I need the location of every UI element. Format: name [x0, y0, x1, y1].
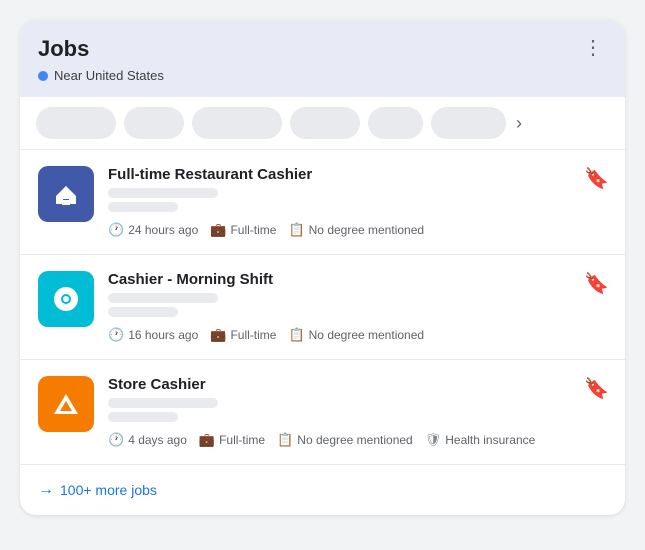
filter-pill-1[interactable] [36, 107, 116, 139]
meta-edu-1: 📋 No degree mentioned [288, 222, 424, 238]
filter-pill-3[interactable] [192, 107, 282, 139]
more-jobs-link[interactable]: → 100+ more jobs [38, 481, 157, 499]
more-options-button[interactable]: ⋮ [579, 36, 607, 60]
location-dot [38, 71, 48, 81]
page-title: Jobs [38, 36, 164, 62]
shield-icon-3: 🛡 [425, 432, 442, 448]
meta-edu-3: 📋 No degree mentioned [277, 432, 413, 448]
job-meta-2: 🕐 16 hours ago 💼 Full-time 📋 No degree m… [108, 327, 607, 343]
job-location-bar-3 [108, 412, 178, 422]
job-logo-2 [38, 271, 94, 327]
more-jobs-label: 100+ more jobs [60, 482, 157, 498]
meta-time-3: 🕐 4 days ago [108, 432, 187, 448]
briefcase-icon-3: 💼 [199, 432, 215, 448]
job-meta-3: 🕐 4 days ago 💼 Full-time 📋 No degree men… [108, 432, 607, 448]
job-meta-1: 🕐 24 hours ago 💼 Full-time 📋 No degree m… [108, 222, 607, 238]
header-left: Jobs Near United States [38, 36, 164, 83]
job-content-1: Full-time Restaurant Cashier 🕐 24 hours … [108, 166, 607, 238]
diploma-icon-1: 📋 [288, 222, 304, 238]
location-text: Near United States [54, 68, 164, 83]
job-company-bar-1 [108, 188, 218, 198]
clock-icon-1: 🕐 [108, 222, 124, 238]
filter-bar: › [20, 97, 625, 150]
job-company-bar-3 [108, 398, 218, 408]
job-title-1: Full-time Restaurant Cashier [108, 166, 607, 183]
filter-pill-2[interactable] [124, 107, 184, 139]
briefcase-icon-1: 💼 [210, 222, 226, 238]
meta-type-3: 💼 Full-time [199, 432, 265, 448]
filter-pill-4[interactable] [290, 107, 360, 139]
meta-extra-3: 🛡 Health insurance [425, 432, 536, 448]
meta-time-2: 🕐 16 hours ago [108, 327, 198, 343]
diploma-icon-3: 📋 [277, 432, 293, 448]
meta-edu-2: 📋 No degree mentioned [288, 327, 424, 343]
meta-type-1: 💼 Full-time [210, 222, 276, 238]
header: Jobs Near United States ⋮ [20, 20, 625, 97]
meta-time-1: 🕐 24 hours ago [108, 222, 198, 238]
job-logo-3 [38, 376, 94, 432]
job-title-2: Cashier - Morning Shift [108, 271, 607, 288]
diploma-icon-2: 📋 [288, 327, 304, 343]
bookmark-button-2[interactable]: 🔖 [584, 271, 609, 296]
clock-icon-2: 🕐 [108, 327, 124, 343]
filter-pill-6[interactable] [431, 107, 506, 139]
job-location-bar-2 [108, 307, 178, 317]
job-item-2[interactable]: Cashier - Morning Shift 🕐 16 hours ago 💼… [20, 255, 625, 360]
job-item-1[interactable]: Full-time Restaurant Cashier 🕐 24 hours … [20, 150, 625, 255]
job-logo-1 [38, 166, 94, 222]
job-content-3: Store Cashier 🕐 4 days ago 💼 Full-time 📋… [108, 376, 607, 448]
briefcase-icon-2: 💼 [210, 327, 226, 343]
more-jobs-row: → 100+ more jobs [20, 465, 625, 515]
arrow-right-icon: → [38, 481, 54, 499]
filter-pill-5[interactable] [368, 107, 423, 139]
filter-chevron-icon[interactable]: › [516, 113, 522, 134]
meta-type-2: 💼 Full-time [210, 327, 276, 343]
bookmark-button-1[interactable]: 🔖 [584, 166, 609, 191]
job-content-2: Cashier - Morning Shift 🕐 16 hours ago 💼… [108, 271, 607, 343]
job-list: Full-time Restaurant Cashier 🕐 24 hours … [20, 150, 625, 465]
job-company-bar-2 [108, 293, 218, 303]
job-item-3[interactable]: Store Cashier 🕐 4 days ago 💼 Full-time 📋… [20, 360, 625, 465]
bookmark-button-3[interactable]: 🔖 [584, 376, 609, 401]
clock-icon-3: 🕐 [108, 432, 124, 448]
location-label: Near United States [38, 68, 164, 83]
job-title-3: Store Cashier [108, 376, 607, 393]
job-location-bar-1 [108, 202, 178, 212]
jobs-card: Jobs Near United States ⋮ › [20, 20, 625, 515]
